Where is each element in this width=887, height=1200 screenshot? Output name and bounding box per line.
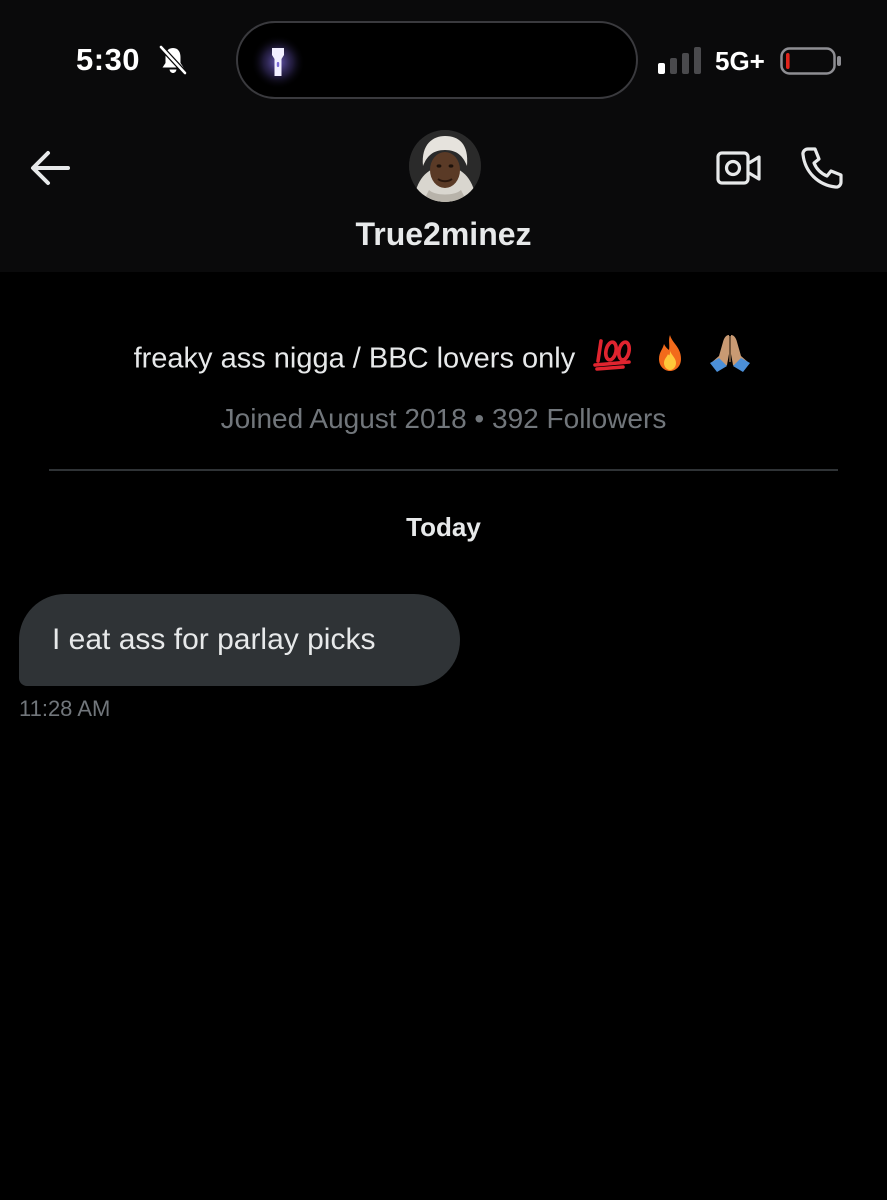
divider xyxy=(49,469,838,471)
profile-bio: freaky ass nigga / BBC lovers only xyxy=(0,332,887,388)
battery-icon xyxy=(780,47,841,75)
video-call-icon[interactable] xyxy=(714,146,762,190)
back-arrow-icon[interactable] xyxy=(28,148,72,188)
conversation-title[interactable]: True2minez xyxy=(0,212,887,256)
flashlight-icon xyxy=(251,35,305,89)
signal-icon xyxy=(658,47,701,74)
folded-hands-icon xyxy=(707,332,753,388)
network-type: 5G+ xyxy=(715,46,765,76)
message-bubble[interactable]: I eat ass for parlay picks xyxy=(19,594,460,686)
avatar-photo xyxy=(409,130,481,202)
avatar[interactable] xyxy=(409,130,481,202)
date-separator: Today xyxy=(406,512,481,542)
profile-meta: Joined August 2018 • 392 Followers xyxy=(220,403,667,434)
bio-text: freaky ass nigga / BBC lovers only xyxy=(133,342,576,375)
phone-icon[interactable] xyxy=(798,144,846,192)
hundred-points-icon xyxy=(593,335,633,385)
bell-slash-icon xyxy=(158,44,188,76)
fire-icon xyxy=(651,333,689,387)
message-timestamp: 11:28 AM xyxy=(19,696,111,721)
status-time: 5:30 xyxy=(76,42,141,77)
